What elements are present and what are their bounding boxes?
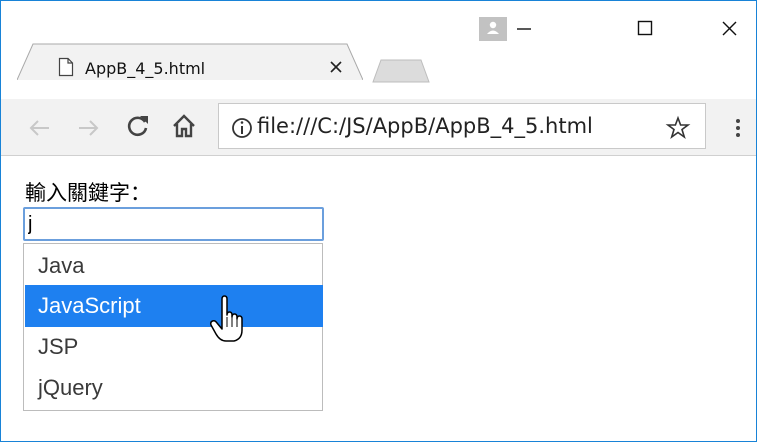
- minimize-icon[interactable]: [500, 13, 546, 43]
- home-icon[interactable]: [171, 113, 197, 139]
- url-text[interactable]: file:///C:/JS/AppB/AppB_4_5.html: [257, 114, 593, 138]
- menu-icon[interactable]: [725, 115, 751, 141]
- suggestion-jquery[interactable]: jQuery: [25, 367, 323, 409]
- reload-icon[interactable]: [125, 113, 151, 139]
- close-icon[interactable]: [706, 13, 752, 43]
- keyword-label: 輸入關鍵字：: [25, 181, 151, 205]
- suggestion-javascript[interactable]: JavaScript: [25, 285, 323, 327]
- suggestion-dropdown: Java JavaScript JSP jQuery: [23, 243, 323, 411]
- suggestion-jsp[interactable]: JSP: [25, 326, 323, 368]
- maximize-icon[interactable]: [622, 13, 668, 43]
- back-icon[interactable]: [27, 115, 53, 141]
- hand-cursor-icon: [209, 295, 243, 342]
- new-tab-button[interactable]: [369, 59, 431, 83]
- browser-window: AppB_4_5.html file:///C:/JS/AppB/AppB_4_…: [0, 0, 757, 442]
- keyword-input[interactable]: [23, 207, 324, 241]
- forward-icon[interactable]: [75, 115, 101, 141]
- info-icon[interactable]: [229, 115, 255, 141]
- star-icon[interactable]: [665, 115, 691, 141]
- tab-title: AppB_4_5.html: [85, 59, 206, 78]
- tab-close-icon[interactable]: [328, 59, 344, 75]
- suggestion-java[interactable]: Java: [25, 245, 323, 287]
- page-icon: [58, 57, 74, 77]
